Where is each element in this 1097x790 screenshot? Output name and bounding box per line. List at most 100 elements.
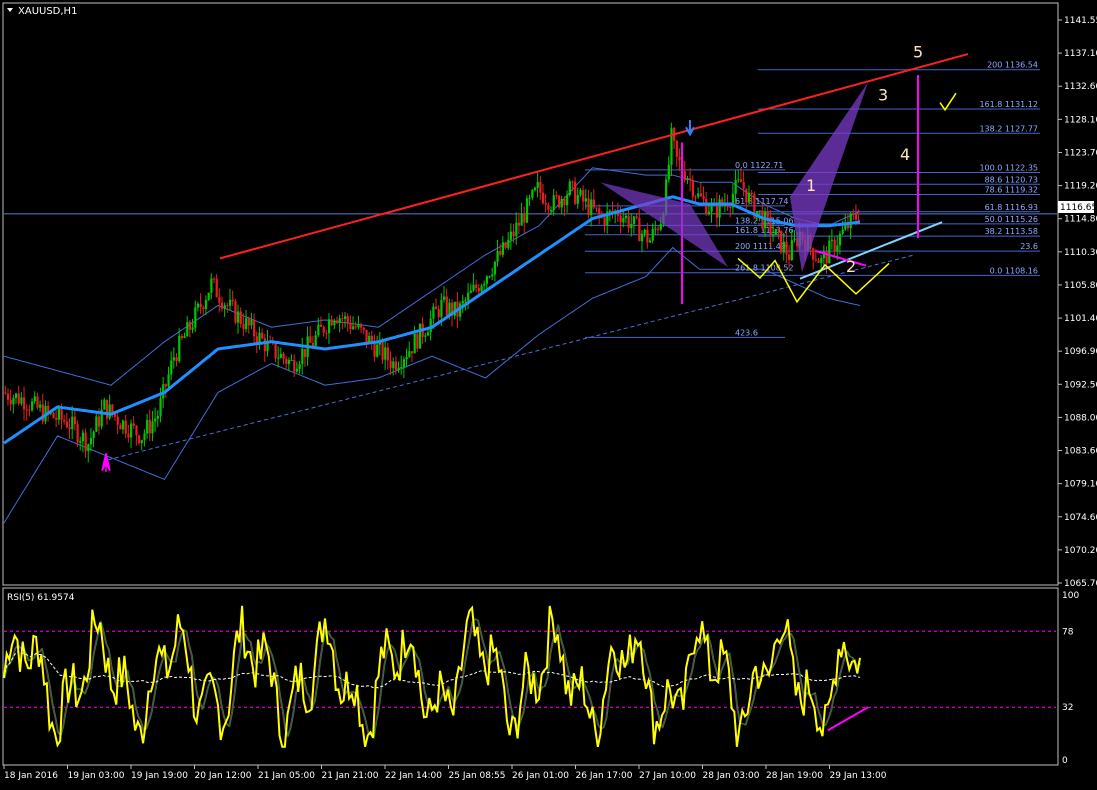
bull-candle [472, 284, 475, 291]
bull-candle [525, 198, 529, 223]
chart-title-dropdown-icon[interactable] [7, 8, 13, 12]
bull-candle [357, 323, 360, 328]
price-tick-label: 1119.20 [1064, 182, 1097, 192]
time-tick-label: 29 Jan 13:00 [830, 771, 887, 781]
bear-candle [65, 421, 69, 428]
bear-candle [234, 301, 237, 323]
bear-candle [852, 213, 855, 215]
bear-candle [739, 179, 743, 183]
bear-candle [603, 217, 606, 226]
bull-candle [820, 258, 823, 263]
bear-candle [188, 322, 192, 330]
bull-candle [584, 198, 587, 202]
bear-candle [330, 319, 333, 326]
dashed-support-trendline [107, 254, 916, 461]
bull-candle [87, 444, 90, 452]
bull-candle [828, 240, 831, 264]
bull-candle [464, 300, 467, 302]
bear-candle [389, 360, 392, 369]
bear-candle [587, 198, 590, 216]
bear-candle [592, 199, 595, 208]
bear-candle [231, 299, 234, 302]
price-tick-label: 1079.10 [1064, 480, 1097, 490]
bull-candle [533, 187, 537, 191]
bear-candle [285, 358, 288, 364]
bull-candle [501, 242, 505, 255]
bull-candle [57, 408, 60, 420]
bear-candle [360, 323, 363, 328]
price-tick-label: 1074.60 [1064, 513, 1097, 523]
bear-candle [362, 327, 365, 330]
price-tick-label: 1070.20 [1064, 546, 1097, 556]
bull-candle [836, 245, 839, 252]
main-panel-frame [2, 2, 1059, 586]
fib-level-label: 23.6 [1020, 242, 1038, 251]
fib-level-label: 38.2 1113.58 [985, 227, 1038, 236]
rsi-tick-label: 78 [1062, 627, 1074, 637]
rsi-main-line [3, 605, 861, 748]
bear-candle [780, 230, 783, 253]
bear-candle [742, 182, 745, 189]
bull-candle [576, 195, 579, 204]
time-tick-label: 28 Jan 03:00 [703, 771, 760, 781]
bull-candle [697, 193, 700, 197]
bull-candle [418, 323, 422, 349]
bull-candle [568, 181, 571, 196]
bear-candle [574, 181, 577, 204]
bear-candle [394, 361, 398, 370]
bear-candle [73, 416, 77, 425]
bull-candle [793, 238, 796, 241]
bull-candle [279, 353, 283, 358]
bull-candle [122, 420, 125, 430]
bear-candle [322, 326, 325, 333]
bull-candle [146, 419, 149, 434]
bear-candle [319, 324, 323, 327]
bear-candle [135, 425, 138, 436]
bear-candle [63, 419, 66, 422]
bull-candle [624, 215, 628, 219]
bull-candle [659, 223, 662, 230]
rsi-tick-label: 32 [1062, 703, 1073, 713]
bear-candle [517, 222, 521, 226]
bear-candle [293, 359, 296, 372]
bull-candle [338, 318, 341, 323]
rsi-divergence-line [827, 706, 869, 732]
bull-candle [782, 241, 785, 253]
bear-candle [36, 396, 39, 408]
time-tick-label: 22 Jan 14:00 [385, 771, 442, 781]
bull-candle [237, 311, 240, 323]
bear-candle [226, 305, 229, 307]
price-tick-label: 1123.70 [1064, 148, 1097, 158]
fib-level-label: 200 1111.49 [735, 242, 786, 251]
bull-candle [528, 197, 531, 199]
bear-candle [750, 192, 753, 194]
bear-candle [475, 284, 478, 289]
bear-candle [303, 348, 307, 358]
bear-candle [558, 195, 561, 208]
bear-candle [346, 316, 349, 323]
bull-candle [298, 364, 301, 369]
bull-candle [515, 222, 518, 237]
bear-candle [678, 156, 681, 161]
bull-candle [566, 195, 569, 206]
time-tick-label: 27 Jan 10:00 [639, 771, 696, 781]
bear-candle [445, 296, 448, 315]
bear-candle [512, 231, 515, 237]
bear-candle [373, 343, 376, 357]
bull-candle [443, 296, 446, 300]
bull-candle [467, 292, 470, 301]
bull-candle [643, 229, 646, 234]
bull-candle [92, 431, 95, 439]
chart-window[interactable]: 0.0 1122.71 61.8 1117.74 138.2 1115.06 161.… [0, 0, 1097, 786]
fib-level-label: 0.0 1108.16 [990, 266, 1038, 275]
time-tick-label: 21 Jan 21:00 [322, 771, 379, 781]
bull-candle [79, 441, 82, 443]
bull-candle [640, 233, 644, 242]
bull-candle [790, 240, 793, 260]
fib-level-label: 100.0 1122.35 [979, 164, 1038, 173]
bull-candle [483, 283, 486, 286]
bull-candle [531, 190, 534, 198]
bull-candle [772, 234, 775, 236]
time-tick-label: 20 Jan 12:00 [195, 771, 252, 781]
bull-candle [204, 300, 208, 310]
